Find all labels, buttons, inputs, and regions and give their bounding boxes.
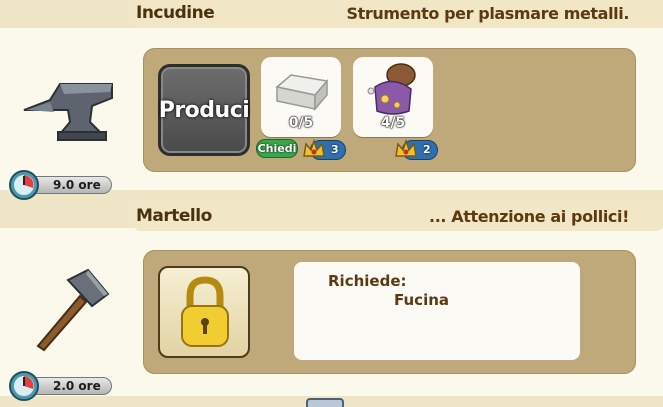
crown-icon [395, 138, 417, 157]
item-name: Martello [136, 206, 212, 226]
produce-button-label: Produci [158, 97, 250, 123]
locked-button[interactable] [158, 266, 250, 358]
ask-friends-button[interactable]: Chiedi [256, 139, 298, 158]
hammer-icon [36, 268, 110, 352]
scroll-bottom-tab[interactable] [306, 398, 344, 407]
item-name: Incudine [136, 3, 215, 23]
item-description: ... Attenzione ai pollici! [429, 207, 629, 226]
ingredient-count: 0/5 [288, 115, 314, 131]
clock-icon [9, 371, 39, 401]
requires-label: Richiede: [328, 272, 407, 290]
item-description: Strumento per plasmare metalli. [346, 4, 630, 23]
clock-icon [9, 170, 39, 200]
requirements-box: Richiede: Fucina [294, 262, 580, 360]
padlock-icon [181, 276, 229, 347]
coin-sack-icon [367, 63, 416, 115]
ingredient-slot[interactable]: 0/5 [261, 57, 341, 137]
ingredient-slot[interactable]: 4/5 [353, 57, 433, 137]
ingredient-count: 4/5 [380, 115, 406, 131]
produce-button[interactable]: Produci [158, 64, 250, 156]
required-building: Fucina [394, 291, 450, 309]
crown-icon [303, 138, 325, 157]
silver-bar-icon [275, 74, 329, 112]
anvil-icon [23, 83, 113, 141]
